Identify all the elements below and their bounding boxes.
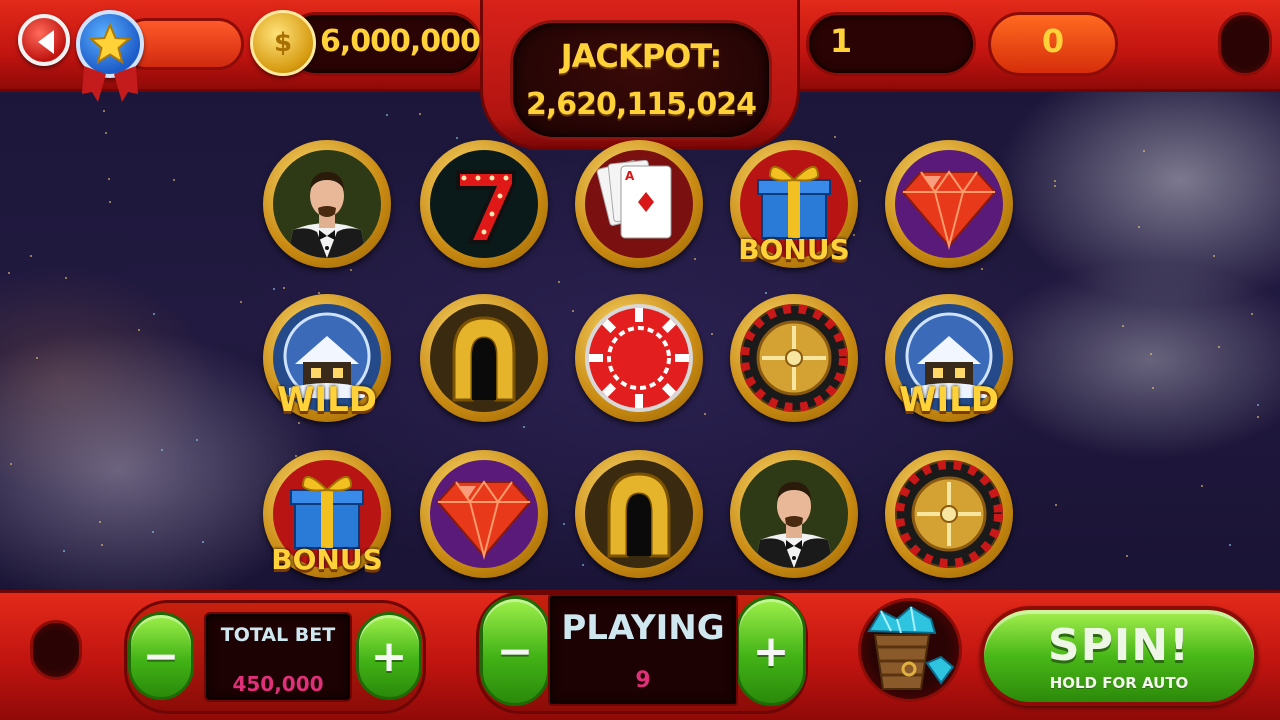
dealer-icon (273, 150, 381, 258)
background-star (1126, 555, 1128, 557)
background-star (1138, 226, 1140, 228)
roulette-wheel-icon (740, 304, 848, 412)
gem-bucket-icon (867, 605, 955, 690)
background-star (138, 329, 140, 331)
lines-value: 1 (829, 22, 853, 60)
background-star (240, 301, 242, 303)
dealer-icon (740, 460, 848, 568)
background-star (1054, 185, 1056, 187)
reel-grid[interactable]: A BONUS WILD WILD BONUS (255, 138, 1035, 590)
casino-chip-icon (585, 304, 693, 412)
reel-symbol (575, 450, 703, 578)
reel-symbol: BONUS (263, 450, 391, 578)
symbol-caption: BONUS (271, 543, 383, 576)
background-star (1055, 504, 1057, 506)
playing-cards-icon: A (585, 150, 693, 258)
jackpot-display: JACKPOT: 2,620,115,024 (510, 20, 772, 140)
left-slot (30, 620, 82, 680)
hold-for-auto-label: HOLD FOR AUTO (1049, 674, 1189, 692)
background-star (103, 110, 105, 112)
background-star (109, 201, 111, 203)
symbol-caption: WILD (276, 380, 378, 420)
lines-decrease-button[interactable]: − (480, 596, 550, 706)
background-star (161, 449, 163, 451)
background-star (1218, 346, 1220, 348)
background-star (108, 178, 110, 180)
gem-bucket-button[interactable] (858, 598, 962, 702)
svg-text:A: A (625, 169, 635, 183)
background-star (202, 541, 204, 543)
total-bet-label: TOTAL BET (220, 624, 336, 646)
background-star (196, 439, 198, 441)
reel-symbol (885, 140, 1013, 268)
reel-symbol: A (575, 140, 703, 268)
background-star (10, 463, 12, 465)
background-star (1257, 404, 1259, 406)
spin-label: SPIN! (1047, 620, 1191, 671)
background-star (419, 113, 421, 115)
back-arrow-icon (38, 30, 54, 54)
background-star (105, 132, 107, 134)
ribbon-icon (82, 66, 138, 102)
coin-icon[interactable]: $ (250, 10, 316, 76)
menu-slot[interactable] (1218, 12, 1272, 76)
back-button[interactable] (18, 14, 70, 66)
reel-symbol: BONUS (730, 140, 858, 268)
background-star (30, 255, 32, 257)
background-star (1150, 353, 1152, 355)
star-icon (88, 22, 132, 65)
reel-symbol: WILD (263, 294, 391, 422)
playing-display: PLAYING 9 (548, 594, 738, 706)
reel-symbol (420, 294, 548, 422)
background-star (1213, 255, 1215, 257)
jackpot-value: 2,620,115,024 (526, 87, 757, 122)
background-star (173, 179, 175, 181)
lines-increase-button[interactable]: + (736, 596, 806, 706)
symbol-caption: WILD (898, 380, 1000, 420)
background-star (1229, 544, 1231, 546)
background-star (153, 313, 155, 315)
diamond-icon (430, 460, 538, 568)
background-star (386, 114, 388, 116)
reel-symbol (730, 450, 858, 578)
background-star (1257, 416, 1259, 418)
bet-increase-button[interactable]: + (356, 612, 422, 700)
background-star (1152, 387, 1154, 389)
reel-symbol: WILD (885, 294, 1013, 422)
coin-balance: 6,000,000 (320, 24, 481, 59)
background-star (1054, 180, 1056, 182)
reel-symbol (575, 294, 703, 422)
spin-button[interactable]: SPIN! HOLD FOR AUTO (980, 606, 1258, 706)
seven-icon (430, 150, 538, 258)
win-value: 0 (1041, 22, 1065, 60)
background-star (152, 531, 154, 533)
bet-decrease-button[interactable]: − (128, 612, 194, 700)
playing-label: PLAYING (561, 608, 725, 648)
reel-symbol (730, 294, 858, 422)
background-star (1201, 485, 1203, 487)
background-star (63, 550, 65, 552)
symbol-caption: BONUS (738, 233, 850, 266)
reel-symbol (885, 450, 1013, 578)
diamond-icon (895, 150, 1003, 258)
background-star (65, 277, 67, 279)
background-star (1122, 325, 1124, 327)
reel-symbol (420, 140, 548, 268)
playing-value: 9 (635, 668, 651, 693)
jackpot-label: JACKPOT: (560, 37, 722, 75)
roulette-wheel-icon (895, 460, 1003, 568)
background-star (1143, 150, 1145, 152)
total-bet-value: 450,000 (232, 672, 324, 696)
total-bet-display: TOTAL BET 450,000 (204, 612, 352, 702)
background-star (101, 544, 103, 546)
horseshoe-icon (585, 460, 693, 568)
background-star (8, 272, 10, 274)
background-star (99, 521, 101, 523)
horseshoe-icon (430, 304, 538, 412)
reel-symbol (263, 140, 391, 268)
background-star (36, 357, 38, 359)
reel-symbol (420, 450, 548, 578)
background-star (1251, 313, 1253, 315)
